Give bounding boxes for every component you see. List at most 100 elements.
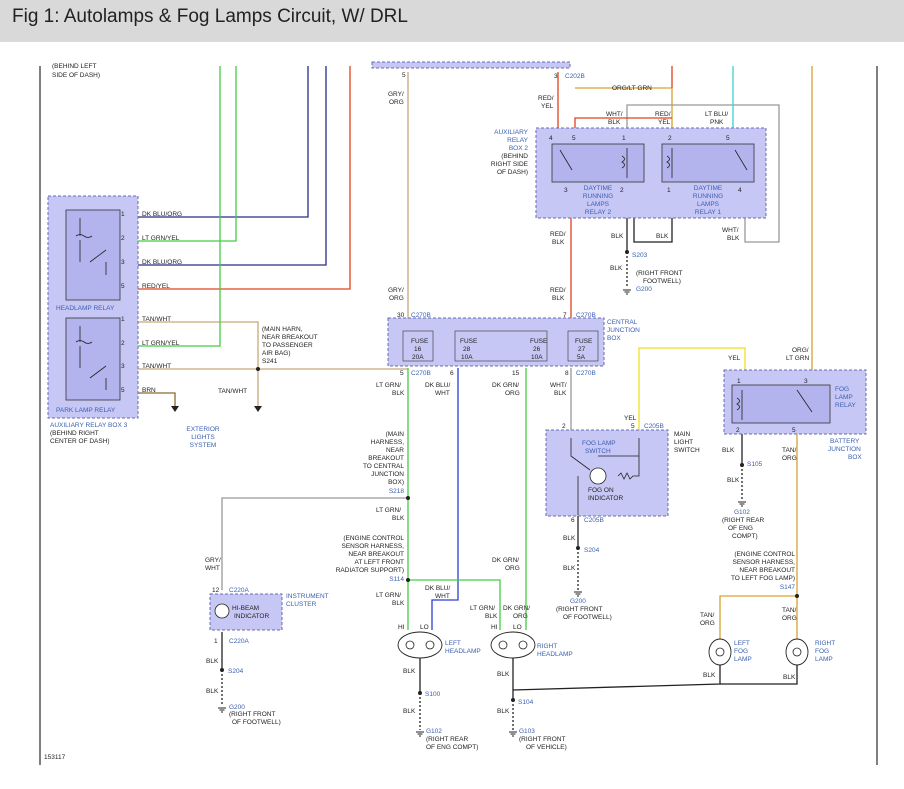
red-yel-b-1: RED/: [655, 111, 671, 118]
wire-blk-fog-to-s104: [512, 664, 721, 691]
svg-text:S147: S147: [780, 584, 796, 591]
headlamp-relay-label: HEADLAMP RELAY: [56, 305, 115, 312]
svg-text:SENSOR HARNESS,: SENSOR HARNESS,: [733, 559, 796, 566]
svg-text:(ENGINE CONTROL: (ENGINE CONTROL: [734, 551, 795, 558]
tan-wht-mid: TAN/WHT: [218, 388, 247, 395]
gry-org-top-1: GRY/: [388, 91, 404, 98]
wht-blk-r-1: WHT/: [722, 227, 739, 234]
park-relay-wire-labels: TAN/WHT LT GRN/YEL TAN/WHT BRN: [142, 316, 180, 394]
svg-text:LT GRN/YEL: LT GRN/YEL: [142, 235, 180, 242]
svg-text:8: 8: [565, 370, 569, 377]
main-harness-note: (MAIN HARNESS, NEAR BREAKOUT TO CENTRAL …: [363, 431, 404, 495]
svg-text:S114: S114: [389, 576, 404, 583]
blk-fl: BLK: [703, 672, 716, 679]
arrow-tan-exterior: [254, 406, 262, 412]
tan-org-fl-2: ORG: [700, 620, 715, 627]
blk-lh2: BLK: [403, 708, 416, 715]
svg-text:LT GRN/YEL: LT GRN/YEL: [142, 340, 180, 347]
svg-text:BRN: BRN: [142, 387, 156, 394]
gry-wht-1: GRY/: [205, 557, 221, 564]
svg-text:5A: 5A: [577, 354, 586, 361]
svg-text:3: 3: [121, 363, 125, 370]
svg-text:AIR BAG): AIR BAG): [262, 350, 291, 357]
svg-text:S218: S218: [389, 488, 405, 495]
yel-a: YEL: [728, 355, 741, 362]
svg-text:FUSE: FUSE: [530, 338, 548, 345]
svg-text:26: 26: [533, 346, 541, 353]
wht-blk-f-2: BLK: [554, 390, 567, 397]
svg-text:RIGHT SIDE: RIGHT SIDE: [491, 161, 529, 168]
svg-text:15: 15: [512, 370, 520, 377]
svg-text:BOX): BOX): [388, 479, 404, 486]
svg-text:DAYTIME: DAYTIME: [584, 185, 613, 192]
s100: S100: [425, 691, 441, 698]
svg-text:FUSE: FUSE: [575, 338, 593, 345]
main-harn-note: (MAIN HARN, NEAR BREAKOUT TO PASSENGER A…: [262, 326, 318, 365]
svg-text:RED/YEL: RED/YEL: [142, 283, 170, 290]
rf-vehicle-2: OF VEHICLE): [526, 744, 567, 751]
blk-s203: BLK: [610, 265, 623, 272]
red-blk-b-1: RED/: [550, 287, 566, 294]
pin-1: 1: [214, 638, 218, 645]
c202b-label: C202B: [565, 73, 585, 80]
s203-label: S203: [632, 252, 648, 259]
right-fog-lamp-symbol: [785, 638, 809, 666]
svg-text:(ENGINE CONTROL: (ENGINE CONTROL: [343, 535, 404, 542]
svg-text:LIGHTS: LIGHTS: [191, 434, 215, 441]
svg-text:HARNESS,: HARNESS,: [371, 439, 404, 446]
blk-rh2: BLK: [497, 708, 510, 715]
aux-relay-box-3-label: AUXILIARY RELAY BOX 3: [50, 422, 128, 429]
svg-text:5: 5: [572, 135, 576, 142]
c220a-a: C220A: [229, 587, 250, 594]
g103: G103: [519, 728, 535, 735]
svg-text:4: 4: [549, 135, 553, 142]
svg-text:RELAY 1: RELAY 1: [695, 209, 722, 216]
lt-grn-blk-b-1: LT GRN/: [376, 507, 401, 514]
svg-text:5: 5: [400, 370, 404, 377]
svg-text:AUXILIARY: AUXILIARY: [494, 129, 529, 136]
central-junction-label: CENTRAL JUNCTION BOX: [607, 319, 640, 342]
lt-blu-pnk-2: PNK: [710, 119, 724, 126]
svg-text:1: 1: [121, 211, 125, 218]
c270b-c: C270B: [411, 370, 431, 377]
svg-text:LAMP: LAMP: [734, 656, 752, 663]
svg-text:16: 16: [414, 346, 422, 353]
s104: S104: [518, 699, 534, 706]
instrument-cluster-1: INSTRUMENT: [286, 593, 329, 600]
battery-junction-label: BATTERY JUNCTION BOX: [828, 438, 862, 461]
svg-text:S241: S241: [262, 358, 278, 365]
svg-text:LEFT: LEFT: [734, 640, 750, 647]
svg-text:2: 2: [668, 135, 672, 142]
drl-relay-1-body: [661, 143, 755, 183]
svg-text:CENTRAL: CENTRAL: [607, 319, 638, 326]
dk-grn-org-2: ORG: [505, 390, 520, 397]
wht-blk-top-1: WHT/: [606, 111, 623, 118]
dk-grn-org-b-1: DK GRN/: [492, 557, 519, 564]
org-lt-grn-top: ORG/LT GRN: [612, 85, 652, 92]
svg-text:RIGHT: RIGHT: [815, 640, 835, 647]
left-fog-lamp-label: LEFT FOG LAMP: [734, 640, 752, 663]
rf-vehicle-1: (RIGHT FRONT: [519, 736, 565, 743]
tan-org-fr-1: TAN/: [782, 607, 797, 614]
svg-text:LAMPS: LAMPS: [697, 201, 720, 208]
svg-text:28: 28: [463, 346, 471, 353]
svg-text:5: 5: [121, 387, 125, 394]
svg-text:1: 1: [737, 378, 741, 385]
page-title: Fig 1: Autolamps & Fog Lamps Circuit, W/…: [12, 6, 408, 27]
red-blk-b-2: BLK: [552, 295, 565, 302]
svg-text:COMPT): COMPT): [732, 533, 758, 540]
org-lt-grn-r-1: ORG/: [792, 347, 809, 354]
svg-text:EXTERIOR: EXTERIOR: [186, 426, 220, 433]
svg-text:TO LEFT FOG LAMP): TO LEFT FOG LAMP): [731, 575, 795, 582]
svg-text:DK BLU/ORG: DK BLU/ORG: [142, 211, 182, 218]
g200-top: G200: [636, 286, 652, 293]
fog-on-2: INDICATOR: [588, 495, 623, 502]
arrow-brn-exterior: [171, 406, 179, 412]
main-light-switch-1: MAIN: [674, 431, 691, 438]
svg-text:NEAR BREAKOUT: NEAR BREAKOUT: [348, 551, 404, 558]
g102-r: G102: [734, 509, 750, 516]
rf-footwell-b-1: (RIGHT FRONT: [556, 606, 602, 613]
right-headlamp-symbol: [490, 631, 536, 659]
svg-text:7: 7: [563, 312, 567, 319]
red-yel-1: RED/: [538, 95, 554, 102]
